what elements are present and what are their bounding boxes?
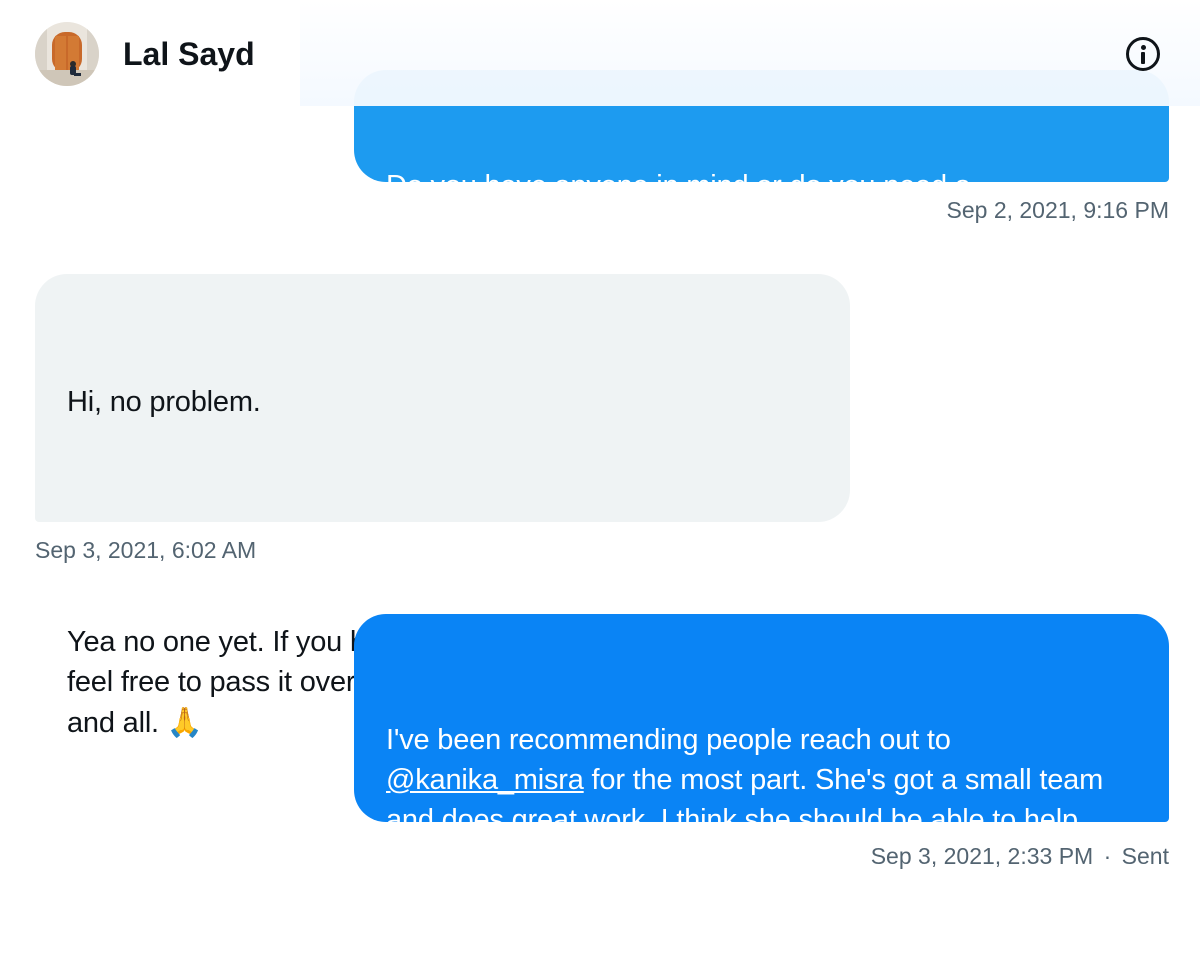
header-blur-overlay <box>300 0 1200 106</box>
message-timestamp-row: Sep 3, 2021, 2:33 PM · Sent <box>871 842 1169 870</box>
message-status: Sent <box>1121 843 1169 869</box>
received-message-bubble[interactable]: Hi, no problem. Yea no one yet. If you h… <box>35 274 850 739</box>
message-timestamp: Sep 3, 2021, 2:33 PM <box>870 843 1094 869</box>
info-circle-icon[interactable] <box>1126 37 1160 71</box>
info-dot <box>1140 45 1146 50</box>
message-timestamp: Sep 3, 2021, 6:02 AM <box>35 537 257 563</box>
message-text: I've been recommending people reach out … <box>386 724 951 756</box>
message-text-line: Hi, no problem. <box>67 386 261 418</box>
contact-name[interactable]: Lal Sayd <box>123 34 255 74</box>
message-timestamp: Sep 2, 2021, 9:16 PM <box>946 197 1170 223</box>
folded-hands-emoji-icon: 🙏 <box>166 705 203 739</box>
separator-dot: · <box>1103 843 1112 869</box>
conversation-thread: Do you have anyone in mind or do you nee… <box>0 0 1200 924</box>
mention-link[interactable]: @kanika_misra <box>386 764 584 796</box>
conversation-header: Lal Sayd <box>0 0 1200 106</box>
contact-avatar[interactable] <box>35 22 99 86</box>
sent-message-bubble[interactable]: I've been recommending people reach out … <box>354 614 1169 876</box>
avatar-image <box>35 22 99 86</box>
info-bar <box>1141 52 1145 64</box>
